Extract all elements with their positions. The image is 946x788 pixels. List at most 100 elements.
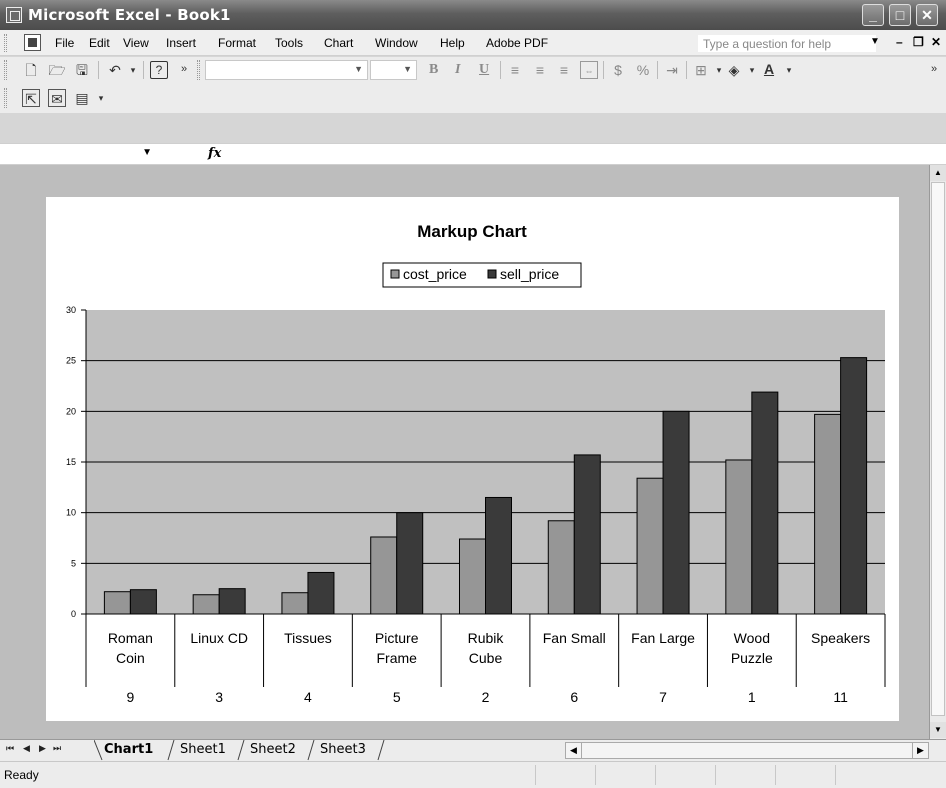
x-category-label[interactable]: Tissues xyxy=(284,630,332,646)
font-color-dropdown-icon[interactable]: ▾ xyxy=(780,61,798,79)
doc-minimize-button[interactable]: – xyxy=(896,35,903,49)
horizontal-scrollbar[interactable]: ◀ ▶ xyxy=(565,742,929,759)
x-category-id-label[interactable]: 11 xyxy=(833,689,848,705)
last-sheet-icon[interactable]: ⏭ xyxy=(53,743,61,754)
align-left-icon[interactable]: ≡ xyxy=(506,61,524,79)
x-category-label[interactable]: Picture xyxy=(375,630,419,646)
bar-cost_price[interactable] xyxy=(192,594,220,615)
currency-icon[interactable]: $ xyxy=(609,61,627,79)
bar-sell_price[interactable] xyxy=(751,391,779,615)
menu-format[interactable]: Format xyxy=(218,36,256,50)
undo-dropdown-icon[interactable]: ▾ xyxy=(124,61,142,79)
help-icon[interactable]: ? xyxy=(150,61,168,79)
font-color-icon[interactable]: A xyxy=(760,60,778,78)
x-category-label[interactable]: Speakers xyxy=(811,630,870,646)
bar-sell_price[interactable] xyxy=(218,588,246,615)
x-category-label[interactable]: Wood xyxy=(734,630,770,646)
menu-file[interactable]: File xyxy=(55,36,74,50)
bar-sell_price[interactable] xyxy=(573,454,601,615)
minimize-button[interactable]: _ xyxy=(862,4,884,26)
bar-cost_price[interactable] xyxy=(370,536,398,615)
tab-sheet1[interactable]: Sheet1 xyxy=(180,742,226,757)
menu-chart[interactable]: Chart xyxy=(324,36,353,50)
prev-sheet-icon[interactable]: ◀ xyxy=(23,743,30,754)
tab-sheet3[interactable]: Sheet3 xyxy=(320,742,366,757)
help-search-input[interactable]: Type a question for help xyxy=(698,35,876,52)
menu-insert[interactable]: Insert xyxy=(166,36,196,50)
markup-chart[interactable]: Markup Chart cost_price sell_price 051015… xyxy=(46,197,899,721)
increase-indent-icon[interactable]: ⇥ xyxy=(663,61,681,79)
chart-doc-icon[interactable] xyxy=(24,34,41,51)
vertical-scrollbar[interactable]: ▲ ▼ xyxy=(930,165,946,739)
bar-sell_price[interactable] xyxy=(129,589,157,615)
bar-cost_price[interactable] xyxy=(547,520,575,615)
borders-icon[interactable]: ⊞ xyxy=(692,61,710,79)
menu-tools[interactable]: Tools xyxy=(275,36,303,50)
scroll-right-icon[interactable]: ▶ xyxy=(912,743,928,758)
scroll-up-icon[interactable]: ▲ xyxy=(930,165,946,181)
italic-icon[interactable]: I xyxy=(455,62,460,78)
save-icon[interactable]: 🖫 xyxy=(73,61,91,79)
bar-cost_price[interactable] xyxy=(725,459,753,615)
scroll-down-icon[interactable]: ▼ xyxy=(930,722,946,738)
x-category-label[interactable]: Coin xyxy=(116,650,145,666)
doc-close-button[interactable]: ✕ xyxy=(931,35,941,49)
maximize-button[interactable]: □ xyxy=(889,4,911,26)
tab-chart1[interactable]: Chart1 xyxy=(104,742,153,757)
pdf-review-icon[interactable]: ▤ xyxy=(73,89,91,107)
help-dropdown-arrow[interactable]: ▼ xyxy=(870,36,880,47)
open-icon[interactable]: 🗁 xyxy=(48,61,66,79)
x-category-label[interactable]: Fan Large xyxy=(631,630,695,646)
x-category-label[interactable]: Rubik xyxy=(468,630,505,646)
scroll-left-icon[interactable]: ◀ xyxy=(566,743,582,758)
chart-legend[interactable]: cost_price sell_price xyxy=(382,262,582,288)
merge-center-icon[interactable]: ⇔ xyxy=(580,61,598,79)
x-category-label[interactable]: Cube xyxy=(469,650,503,666)
x-category-id-label[interactable]: 6 xyxy=(570,689,578,705)
excel-app-icon[interactable] xyxy=(6,7,22,23)
bold-icon[interactable]: B xyxy=(429,62,438,78)
undo-icon[interactable]: ↶ xyxy=(106,61,124,79)
underline-icon[interactable]: U xyxy=(479,62,489,78)
percent-icon[interactable]: % xyxy=(634,61,652,79)
x-category-label[interactable]: Puzzle xyxy=(731,650,773,666)
align-center-icon[interactable]: ≡ xyxy=(531,61,549,79)
next-sheet-icon[interactable]: ▶ xyxy=(39,743,46,754)
insert-function-icon[interactable]: fx xyxy=(208,146,221,161)
name-box[interactable]: ▼ xyxy=(0,145,160,164)
bar-cost_price[interactable] xyxy=(281,592,309,615)
menu-window[interactable]: Window xyxy=(375,36,418,50)
toolbar-options-icon[interactable]: » xyxy=(175,60,193,78)
chart-title[interactable]: Markup Chart xyxy=(417,222,527,241)
bar-sell_price[interactable] xyxy=(485,496,512,615)
fill-color-dropdown-icon[interactable]: ▾ xyxy=(743,61,761,79)
menu-view[interactable]: View xyxy=(123,36,149,50)
plot-area[interactable]: 051015202530RomanCoin9Linux CD3Tissues4P… xyxy=(66,305,886,705)
bar-sell_price[interactable] xyxy=(396,512,424,615)
x-category-label[interactable]: Frame xyxy=(376,650,417,666)
formatting-options-icon[interactable]: » xyxy=(925,60,943,78)
menu-edit[interactable]: Edit xyxy=(89,36,110,50)
toolbar-grip[interactable] xyxy=(4,60,7,80)
doc-restore-button[interactable]: ❐ xyxy=(913,35,924,49)
menu-grip[interactable] xyxy=(4,34,7,52)
pdf-dropdown-icon[interactable]: ▾ xyxy=(92,89,110,107)
toolbar-grip[interactable] xyxy=(197,60,200,80)
x-category-id-label[interactable]: 4 xyxy=(304,689,312,705)
menu-help[interactable]: Help xyxy=(440,36,465,50)
tab-sheet2[interactable]: Sheet2 xyxy=(250,742,296,757)
x-category-id-label[interactable]: 1 xyxy=(748,689,756,705)
bar-sell_price[interactable] xyxy=(840,357,868,615)
pdf-email-icon[interactable]: ✉ xyxy=(48,89,66,107)
bar-cost_price[interactable] xyxy=(459,538,486,615)
x-category-label[interactable]: Roman xyxy=(108,630,153,646)
vertical-scroll-thumb[interactable] xyxy=(931,182,945,716)
x-category-id-label[interactable]: 3 xyxy=(215,689,223,705)
close-button[interactable]: ✕ xyxy=(916,4,938,26)
x-category-id-label[interactable]: 5 xyxy=(393,689,401,705)
bar-sell_price[interactable] xyxy=(662,410,690,615)
fill-color-icon[interactable]: ◈ xyxy=(725,61,743,79)
new-icon[interactable]: 🗋 xyxy=(22,61,40,79)
bar-cost_price[interactable] xyxy=(103,591,131,615)
font-name-dropdown[interactable]: ▼ xyxy=(205,60,368,80)
